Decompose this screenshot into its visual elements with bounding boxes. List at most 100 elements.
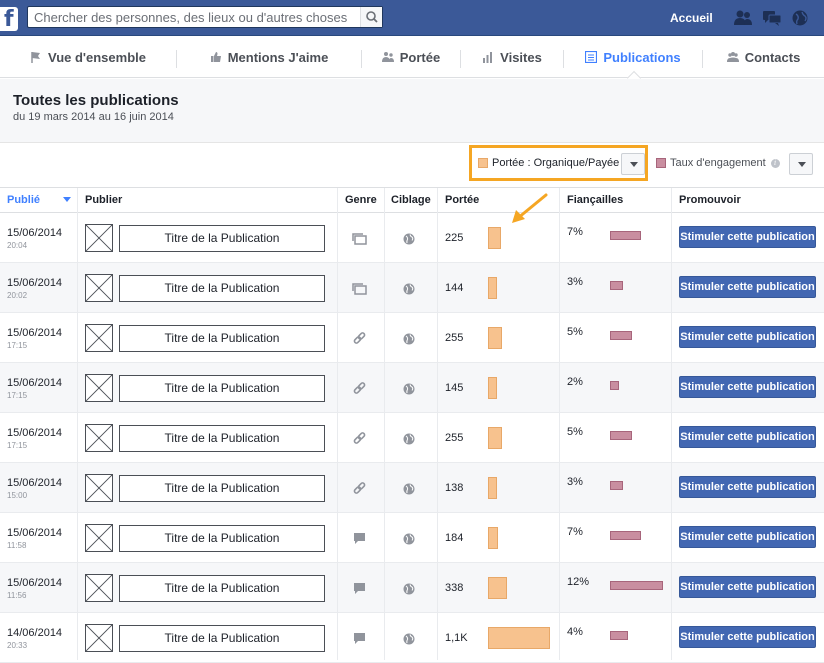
col-published[interactable]: Publié [7,188,72,213]
reach-bar [488,627,550,649]
link-icon [353,482,366,494]
post-thumbnail-placeholder-icon[interactable] [85,324,113,352]
post-thumbnail-placeholder-icon[interactable] [85,624,113,652]
page-title: Toutes les publications [13,92,179,109]
album-icon [352,283,367,295]
messages-icon[interactable] [762,9,782,27]
table-row: 15/06/2014 20:02 Titre de la Publication 14… [0,263,824,313]
facebook-logo[interactable]: f [0,7,18,32]
reach-bar [488,377,497,399]
table-row: 15/06/2014 17:15 Titre de la Publication 25… [0,313,824,363]
post-time: 15:00 [7,491,28,500]
post-title-link[interactable]: Titre de la Publication [119,525,325,552]
post-time: 11:58 [7,541,27,550]
engagement-bar [610,381,619,390]
tab-contacts-label: Contacts [744,49,801,65]
post-time: 17:15 [7,441,28,450]
home-link[interactable]: Accueil [670,11,713,25]
status-icon [354,633,365,644]
post-title-link[interactable]: Titre de la Publication [119,375,325,402]
reach-filter-dropdown[interactable] [621,153,645,175]
public-globe-icon [403,233,415,245]
table-row: 15/06/2014 15:00 Titre de la Publication 13… [0,463,824,513]
post-title-link[interactable]: Titre de la Publication [119,425,325,452]
boost-post-button[interactable]: Stimuler cette publication [679,276,816,298]
engagement-value: 5% [567,426,583,438]
album-icon [352,233,367,245]
tab-visits[interactable]: Visites [461,36,563,78]
post-title-link[interactable]: Titre de la Publication [119,275,325,302]
boost-post-button[interactable]: Stimuler cette publication [679,526,816,548]
search-input[interactable] [28,7,358,27]
reach-value: 144 [445,282,464,294]
post-date: 15/06/2014 [7,427,63,439]
reach-value: 138 [445,482,464,494]
col-type[interactable]: Genre [345,188,377,213]
post-title-link[interactable]: Titre de la Publication [119,575,325,602]
post-title-link[interactable]: Titre de la Publication [119,325,325,352]
col-post[interactable]: Publier [85,188,122,213]
reach-legend-swatch [478,158,488,168]
group-icon [726,52,739,62]
engagement-filter-dropdown[interactable] [789,153,813,175]
post-date: 15/06/2014 [7,527,63,539]
reach-bar [488,477,497,499]
public-globe-icon [403,583,415,595]
col-engagement[interactable]: Fiançailles [567,188,623,213]
logo-letter: f [4,7,14,32]
table-row: 15/06/2014 17:15 Titre de la Publication 25… [0,413,824,463]
boost-post-button[interactable]: Stimuler cette publication [679,226,816,248]
post-thumbnail-placeholder-icon[interactable] [85,474,113,502]
post-time: 20:33 [7,641,28,650]
annotation-arrow-icon [512,193,548,223]
reach-filter-label: Portée : Organique/Payée [478,157,619,169]
col-targeting[interactable]: Ciblage [391,188,431,213]
boost-post-button[interactable]: Stimuler cette publication [679,376,816,398]
post-date: 15/06/2014 [7,477,63,489]
boost-post-button[interactable]: Stimuler cette publication [679,476,816,498]
post-thumbnail-placeholder-icon[interactable] [85,524,113,552]
post-thumbnail-placeholder-icon[interactable] [85,424,113,452]
tab-likes[interactable]: Mentions J'aime [177,36,361,78]
insights-tabs: Vue d'ensemble Mentions J'aime Portée Vi… [0,36,824,78]
friends-icon[interactable] [733,9,753,27]
col-reach[interactable]: Portée [445,188,479,213]
reach-bar [488,427,502,449]
boost-post-button[interactable]: Stimuler cette publication [679,626,816,648]
engagement-value: 7% [567,526,583,538]
reach-value: 1,1K [445,632,468,644]
tab-contacts[interactable]: Contacts [703,36,824,78]
col-promote[interactable]: Promouvoir [679,188,741,213]
sort-down-icon [63,197,72,202]
post-date: 15/06/2014 [7,377,63,389]
tab-overview[interactable]: Vue d'ensemble [0,36,176,78]
search-button[interactable] [360,7,382,27]
post-thumbnail-placeholder-icon[interactable] [85,274,113,302]
column-divider [671,188,672,660]
post-thumbnail-placeholder-icon[interactable] [85,574,113,602]
reach-value: 338 [445,582,464,594]
reach-bar [488,277,497,299]
tab-reach[interactable]: Portée [362,36,460,78]
engagement-value: 4% [567,626,583,638]
bar-chart-icon [483,52,493,63]
info-icon[interactable]: i [770,158,780,168]
link-icon [353,432,366,444]
engagement-value: 2% [567,376,583,388]
column-divider [559,188,560,660]
boost-post-button[interactable]: Stimuler cette publication [679,326,816,348]
reach-bar [488,527,498,549]
post-title-link[interactable]: Titre de la Publication [119,225,325,252]
reach-value: 184 [445,532,464,544]
post-thumbnail-placeholder-icon[interactable] [85,224,113,252]
table-row: 15/06/2014 11:56 Titre de la Publication 33… [0,563,824,613]
post-title-link[interactable]: Titre de la Publication [119,625,325,652]
post-thumbnail-placeholder-icon[interactable] [85,374,113,402]
boost-post-button[interactable]: Stimuler cette publication [679,426,816,448]
post-date: 14/06/2014 [7,627,63,639]
post-title-link[interactable]: Titre de la Publication [119,475,325,502]
boost-post-button[interactable]: Stimuler cette publication [679,576,816,598]
engagement-bar [610,531,641,540]
reach-bar [488,227,501,249]
notifications-globe-icon[interactable] [790,9,810,27]
